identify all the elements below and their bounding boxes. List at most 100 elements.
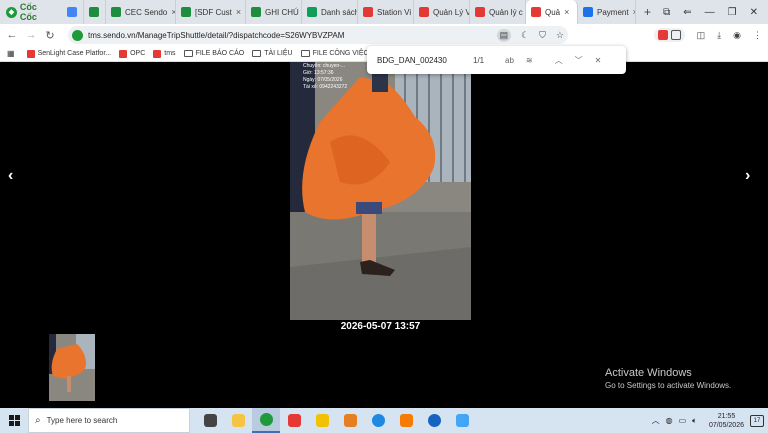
taskbar-app-app-blue[interactable] xyxy=(448,408,476,433)
dark-mode-icon[interactable]: ☾ xyxy=(521,30,529,41)
browser-tab[interactable]: Danh sách× xyxy=(302,0,358,24)
browser-tab[interactable] xyxy=(62,0,84,24)
bookmark-star-icon[interactable]: ☆ xyxy=(556,30,564,41)
find-in-page-bar: BDG_DAN_002430 1/1 ab ≋ ︿ ﹀ ✕ xyxy=(367,46,626,74)
tab-favicon-icon xyxy=(583,7,593,17)
browser-tab[interactable]: Quản Lý V× xyxy=(414,0,470,24)
shield-icon[interactable]: ⛉ xyxy=(539,30,546,41)
browser-tab[interactable]: Quản lý c× xyxy=(470,0,526,24)
next-image-button[interactable]: › xyxy=(745,167,750,185)
reload-button[interactable]: ↻ xyxy=(43,29,57,42)
back-history-icon[interactable]: ⇐ xyxy=(683,7,691,18)
tab-close-icon[interactable]: × xyxy=(564,7,569,17)
file-explorer-icon xyxy=(231,414,245,427)
tab-close-icon[interactable]: × xyxy=(633,7,635,17)
bookmark-item[interactable]: FILE CÔNG VIỆC xyxy=(300,50,369,57)
task-view-icon xyxy=(203,414,217,427)
battery-icon[interactable]: ▭ xyxy=(679,416,687,425)
restore-button[interactable]: ❐ xyxy=(728,7,737,18)
taskbar-app-app-fire[interactable] xyxy=(392,408,420,433)
wps-icon xyxy=(287,414,301,427)
bookmark-item[interactable]: SenLight Case Platfor... xyxy=(26,49,111,58)
find-previous-button[interactable]: ︿ xyxy=(555,55,563,66)
photo-thumbnail[interactable] xyxy=(49,334,95,401)
folder-icon xyxy=(183,50,193,57)
taskbar-app-wps[interactable] xyxy=(280,408,308,433)
menu-icon[interactable]: ⋮ xyxy=(753,30,762,41)
bookmark-item[interactable]: TÀI LIỆU xyxy=(252,50,293,57)
sidebar-icon[interactable]: ◫ xyxy=(697,30,706,41)
coccoc-icon xyxy=(259,413,273,426)
clock[interactable]: 21:55 07/05/2026 xyxy=(709,412,744,430)
back-button[interactable]: ← xyxy=(5,29,19,41)
folder-icon xyxy=(252,50,262,57)
profile-icon[interactable]: ◉ xyxy=(733,30,741,41)
activate-windows-watermark: Activate Windows Go to Settings to activ… xyxy=(605,367,731,390)
app-blue-icon xyxy=(455,414,469,427)
tab-label: [SDF Cust xyxy=(195,7,232,17)
new-tab-button[interactable]: + xyxy=(644,5,651,19)
tab-search-icon[interactable]: ⧉ xyxy=(663,7,670,18)
apps-grid-icon[interactable]: ▦ xyxy=(7,49,15,58)
taskbar-app-coccoc[interactable] xyxy=(252,408,280,433)
match-case-toggle[interactable]: ab xyxy=(505,56,514,65)
puzzle-icon[interactable] xyxy=(670,30,681,40)
clock-date: 07/05/2026 xyxy=(708,421,744,429)
thumbnail-illustration xyxy=(49,334,95,401)
tab-label: Payment xyxy=(597,7,629,17)
bookmark-favicon-icon xyxy=(119,49,128,58)
overlay-line: Chuyến: chuyen-... xyxy=(303,63,345,69)
browser-tab[interactable]: Payment × xyxy=(578,0,636,24)
start-button[interactable] xyxy=(0,408,28,433)
bookmark-item[interactable]: FILE BÁO CÁO xyxy=(183,50,245,57)
bookmark-label: OPC xyxy=(130,50,146,57)
browser-brand[interactable]: ◆ Cốc Cốc xyxy=(0,2,62,22)
notification-center-icon[interactable]: 17 xyxy=(750,414,764,427)
bookmark-favicon-icon xyxy=(153,49,162,58)
folder-icon xyxy=(300,50,310,57)
window-controls: ⧉ ⇐ — ❐ ✕ xyxy=(663,0,768,24)
site-info-icon[interactable] xyxy=(72,29,83,41)
taskbar-app-app-orange[interactable] xyxy=(336,408,364,433)
download-icon[interactable]: ⤓ xyxy=(717,30,721,41)
bookmark-item[interactable]: OPC xyxy=(119,49,146,58)
taskbar-app-file-explorer[interactable] xyxy=(224,408,252,433)
close-window-button[interactable]: ✕ xyxy=(750,7,758,18)
find-input[interactable]: BDG_DAN_002430 xyxy=(377,56,473,65)
tray-overflow-icon[interactable]: ︿ xyxy=(652,415,660,426)
taskbar-search[interactable]: ⌕ Type here to search xyxy=(28,408,190,433)
tab-favicon-icon xyxy=(307,7,317,17)
browser-tab[interactable]: GHI CHÚ× xyxy=(246,0,302,24)
taskbar-app-sticky-notes[interactable] xyxy=(308,408,336,433)
browser-tab[interactable]: Quả × xyxy=(526,0,578,24)
match-diacritics-icon[interactable]: ≋ xyxy=(526,56,533,65)
browser-tab[interactable]: Station Vi× xyxy=(358,0,414,24)
overlay-line: Tài xế: 0942243272 xyxy=(303,84,348,90)
extension-icon[interactable] xyxy=(657,30,668,40)
network-icon[interactable]: ◍ xyxy=(666,416,673,425)
bookmark-item[interactable]: tms xyxy=(153,49,176,58)
url-text[interactable]: tms.sendo.vn/ManageTripShuttle/detail/?d… xyxy=(88,31,344,40)
sticky-notes-icon xyxy=(315,414,329,427)
taskbar-app-zalo[interactable] xyxy=(420,408,448,433)
find-next-button[interactable]: ﹀ xyxy=(575,55,583,66)
browser-tab[interactable]: [SDF Cust × xyxy=(176,0,246,24)
reader-icon[interactable]: ▤ xyxy=(496,28,512,42)
tab-label: CEC Sendo xyxy=(125,7,168,17)
extensions-group[interactable] xyxy=(653,28,685,42)
url-bar[interactable]: tms.sendo.vn/ManageTripShuttle/detail/?d… xyxy=(68,26,568,44)
forward-button[interactable]: → xyxy=(24,29,38,41)
bookmark-label: FILE BÁO CÁO xyxy=(195,50,245,57)
find-close-button[interactable]: ✕ xyxy=(595,56,602,65)
volume-icon[interactable]: 🔈︎ xyxy=(692,416,697,426)
browser-tab[interactable]: CEC Sendo × xyxy=(106,0,176,24)
toolbar-right: ◫ ⤓ ◉ ⋮ xyxy=(653,24,762,46)
minimize-button[interactable]: — xyxy=(705,7,715,18)
tab-close-icon[interactable]: × xyxy=(236,7,241,17)
taskbar-app-edge[interactable] xyxy=(364,408,392,433)
browser-tab[interactable] xyxy=(84,0,106,24)
prev-image-button[interactable]: ‹ xyxy=(8,167,13,185)
tab-label: Quả xyxy=(545,7,561,17)
taskbar-app-task-view[interactable] xyxy=(196,408,224,433)
tab-bar: ◆ Cốc Cốc CEC Sendo×[SDF Cust×GHI CHÚ×Da… xyxy=(0,0,768,24)
